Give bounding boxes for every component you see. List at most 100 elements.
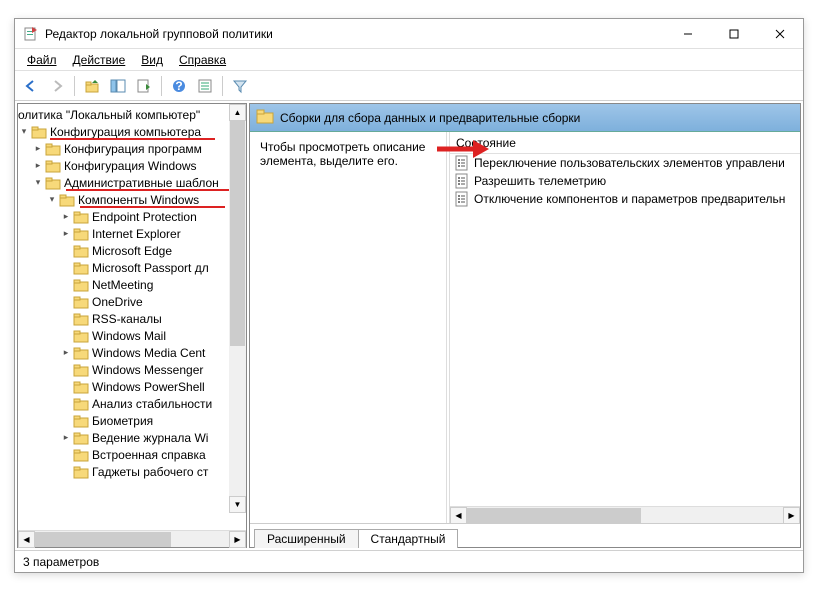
- scroll-track[interactable]: [467, 507, 783, 523]
- folder-icon: [73, 363, 89, 377]
- expander-icon[interactable]: ▾: [46, 194, 58, 206]
- menubar: Файл Действие Вид Справка: [15, 49, 803, 71]
- tree-item[interactable]: ▸Windows Media Cent: [18, 344, 246, 361]
- policy-icon: [454, 191, 470, 207]
- tree-software-config[interactable]: ▸ Конфигурация программ: [18, 140, 246, 157]
- folder-icon: [73, 414, 89, 428]
- details-header: Сборки для сбора данных и предварительны…: [250, 104, 800, 132]
- expander-icon[interactable]: ▸: [60, 211, 72, 223]
- filter-button[interactable]: [228, 74, 252, 98]
- scroll-track[interactable]: [229, 121, 246, 496]
- tree-item[interactable]: Гаджеты рабочего ст: [18, 463, 246, 480]
- description-column: Чтобы просмотреть описание элемента, выд…: [250, 132, 450, 523]
- details-pane: Сборки для сбора данных и предварительны…: [249, 103, 801, 548]
- expander-icon[interactable]: ▸: [60, 432, 72, 444]
- tree-scrollbar-vertical[interactable]: ▲ ▼: [229, 104, 246, 513]
- highlight-underline: [66, 189, 231, 191]
- tree-item[interactable]: Windows Messenger: [18, 361, 246, 378]
- tree-view[interactable]: олитика "Локальный компьютер" ▾ Конфигур…: [18, 104, 246, 530]
- annotation-arrow: [435, 138, 490, 160]
- statusbar: 3 параметров: [15, 550, 803, 572]
- nav-forward-button[interactable]: [45, 74, 69, 98]
- menu-action[interactable]: Действие: [65, 50, 134, 70]
- scroll-down-button[interactable]: ▼: [229, 496, 246, 513]
- titlebar: Редактор локальной групповой политики: [15, 19, 803, 49]
- menu-help[interactable]: Справка: [171, 50, 234, 70]
- folder-icon: [73, 244, 89, 258]
- tree-item[interactable]: ▸Ведение журнала Wi: [18, 429, 246, 446]
- highlight-underline: [80, 206, 225, 208]
- export-button[interactable]: [132, 74, 156, 98]
- maximize-button[interactable]: [711, 19, 757, 49]
- folder-icon: [31, 125, 47, 139]
- tab-extended[interactable]: Расширенный: [254, 529, 359, 548]
- scroll-right-button[interactable]: ▶: [783, 507, 800, 524]
- tree-item[interactable]: Windows Mail: [18, 327, 246, 344]
- folder-icon: [73, 346, 89, 360]
- scroll-thumb[interactable]: [230, 121, 245, 346]
- tree-item[interactable]: Microsoft Passport дл: [18, 259, 246, 276]
- folder-icon: [73, 465, 89, 479]
- tree-item[interactable]: NetMeeting: [18, 276, 246, 293]
- folder-icon: [73, 278, 89, 292]
- tree-scrollbar-horizontal[interactable]: ◀ ▶: [18, 530, 246, 547]
- column-header-state[interactable]: Состояние: [450, 132, 800, 154]
- policy-icon: [454, 173, 470, 189]
- tree-item[interactable]: RSS-каналы: [18, 310, 246, 327]
- toolbar-separator: [74, 76, 75, 96]
- expander-icon[interactable]: ▾: [18, 126, 30, 138]
- properties-button[interactable]: [193, 74, 217, 98]
- expander-icon[interactable]: ▸: [60, 347, 72, 359]
- scroll-right-button[interactable]: ▶: [229, 531, 246, 548]
- tree-windows-config[interactable]: ▸ Конфигурация Windows: [18, 157, 246, 174]
- details-header-title: Сборки для сбора данных и предварительны…: [280, 111, 580, 125]
- svg-text:?: ?: [175, 79, 182, 93]
- show-hide-tree-button[interactable]: [106, 74, 130, 98]
- folder-icon: [256, 108, 274, 127]
- highlight-underline: [50, 138, 215, 140]
- tree-item[interactable]: Windows PowerShell: [18, 378, 246, 395]
- tree-item[interactable]: Встроенная справка: [18, 446, 246, 463]
- scroll-thumb[interactable]: [467, 508, 641, 523]
- tree-item[interactable]: ▸Internet Explorer: [18, 225, 246, 242]
- details-body: Чтобы просмотреть описание элемента, выд…: [250, 132, 800, 523]
- help-button[interactable]: ?: [167, 74, 191, 98]
- expander-icon[interactable]: ▸: [32, 143, 44, 155]
- close-button[interactable]: [757, 19, 803, 49]
- scroll-left-button[interactable]: ◀: [18, 531, 35, 548]
- scroll-left-button[interactable]: ◀: [450, 507, 467, 524]
- toolbar: ?: [15, 71, 803, 101]
- minimize-button[interactable]: [665, 19, 711, 49]
- scroll-thumb[interactable]: [35, 532, 171, 547]
- folder-icon: [45, 142, 61, 156]
- nav-back-button[interactable]: [19, 74, 43, 98]
- tree-item[interactable]: ▸Endpoint Protection: [18, 208, 246, 225]
- policy-row[interactable]: Отключение компонентов и параметров пред…: [450, 190, 800, 208]
- details-scrollbar-horizontal[interactable]: ◀ ▶: [450, 506, 800, 523]
- expander-icon[interactable]: ▸: [32, 160, 44, 172]
- tree-item[interactable]: Биометрия: [18, 412, 246, 429]
- app-icon: [23, 26, 39, 42]
- folder-icon: [73, 261, 89, 275]
- expander-icon[interactable]: ▾: [32, 177, 44, 189]
- scroll-track[interactable]: [35, 531, 229, 548]
- app-window: Редактор локальной групповой политики Фа…: [14, 18, 804, 573]
- menu-file[interactable]: Файл: [19, 50, 65, 70]
- up-button[interactable]: [80, 74, 104, 98]
- toolbar-separator: [222, 76, 223, 96]
- policy-row[interactable]: Переключение пользовательских элементов …: [450, 154, 800, 172]
- tab-standard[interactable]: Стандартный: [358, 529, 459, 548]
- scroll-up-button[interactable]: ▲: [229, 104, 246, 121]
- folder-icon: [73, 295, 89, 309]
- tree-item[interactable]: Анализ стабильности: [18, 395, 246, 412]
- folder-icon: [59, 193, 75, 207]
- folder-icon: [73, 380, 89, 394]
- folder-icon: [73, 312, 89, 326]
- policy-row[interactable]: Разрешить телеметрию: [450, 172, 800, 190]
- view-tabs: Расширенный Стандартный: [250, 523, 800, 547]
- tree-root[interactable]: олитика "Локальный компьютер": [18, 106, 246, 123]
- tree-item[interactable]: OneDrive: [18, 293, 246, 310]
- tree-item[interactable]: Microsoft Edge: [18, 242, 246, 259]
- menu-view[interactable]: Вид: [133, 50, 171, 70]
- expander-icon[interactable]: ▸: [60, 228, 72, 240]
